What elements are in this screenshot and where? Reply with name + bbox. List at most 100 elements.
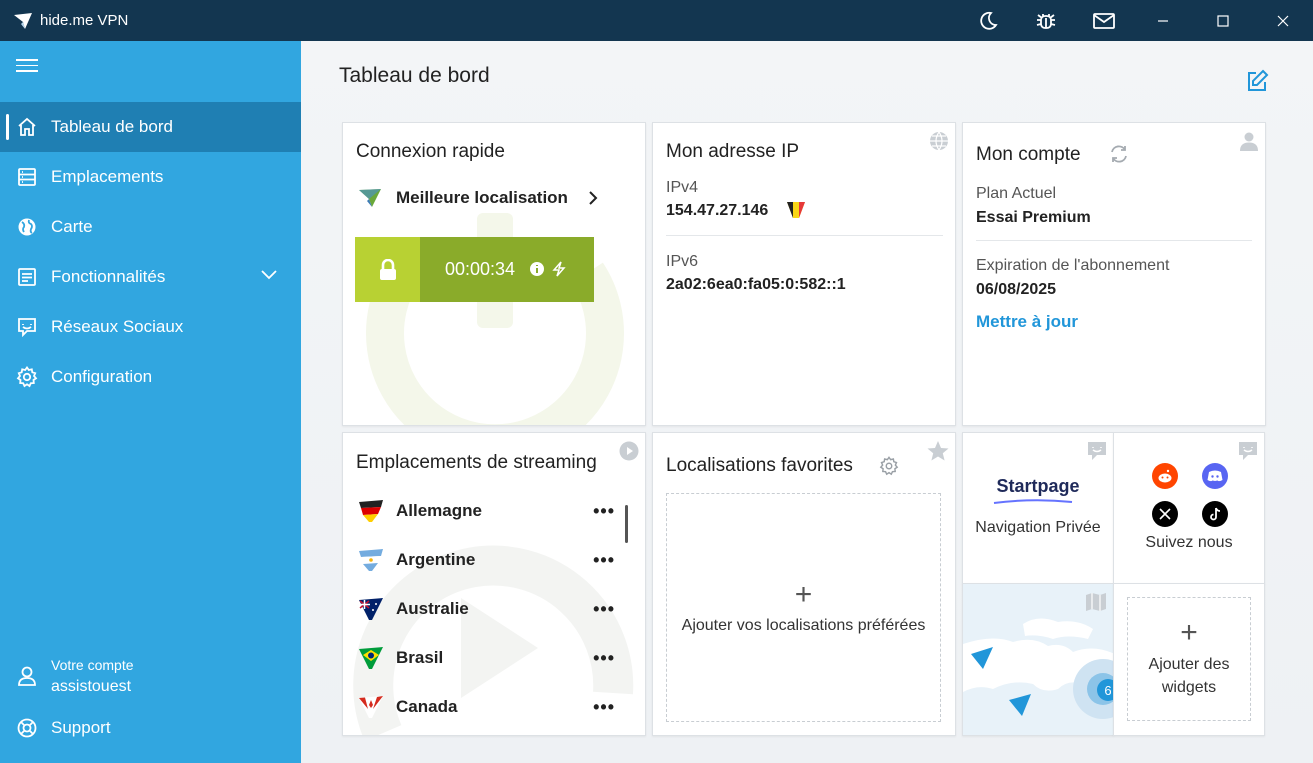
ipv4-value: 154.47.27.146 bbox=[666, 202, 769, 219]
list-item[interactable]: Australie ••• bbox=[358, 589, 623, 629]
australia-flag-icon bbox=[359, 598, 383, 620]
server-list-icon bbox=[18, 168, 36, 186]
scrollbar[interactable] bbox=[625, 505, 628, 543]
sidebar-item-map[interactable]: Carte bbox=[0, 202, 301, 252]
startpage-underline-icon bbox=[993, 499, 1073, 504]
add-favorite-button[interactable]: + Ajouter vos localisations préférées bbox=[666, 493, 941, 722]
chevron-right-icon bbox=[589, 191, 598, 205]
more-options-button[interactable]: ••• bbox=[593, 550, 615, 571]
more-options-button[interactable]: ••• bbox=[593, 648, 615, 669]
lightning-icon[interactable] bbox=[551, 261, 567, 277]
dark-mode-button[interactable] bbox=[959, 0, 1017, 41]
tiktok-icon[interactable] bbox=[1202, 501, 1228, 527]
refresh-icon[interactable] bbox=[1109, 144, 1129, 164]
mail-button[interactable] bbox=[1075, 0, 1133, 41]
account-card: Mon compte Plan Actuel Essai Premium Exp… bbox=[962, 122, 1266, 426]
germany-flag-icon bbox=[359, 500, 383, 522]
bug-report-button[interactable] bbox=[1017, 0, 1075, 41]
country-name: Argentine bbox=[396, 550, 476, 569]
startpage-widget[interactable]: Startpage Navigation Privée bbox=[962, 432, 1114, 584]
add-favorite-label: Ajouter vos localisations préférées bbox=[681, 616, 926, 634]
globe-icon bbox=[929, 131, 949, 152]
card-title: Localisations favorites bbox=[666, 455, 853, 476]
gear-icon[interactable] bbox=[879, 456, 899, 476]
sidebar-item-label: Tableau de bord bbox=[51, 117, 173, 136]
hamburger-line bbox=[16, 59, 38, 61]
country-name: Allemagne bbox=[396, 501, 482, 520]
sidebar-account[interactable]: Votre compte assistouest bbox=[0, 649, 301, 703]
hamburger-line bbox=[16, 64, 38, 67]
best-location-icon bbox=[359, 189, 381, 207]
list-item[interactable]: Canada ••• bbox=[358, 687, 623, 727]
page-title: Tableau de bord bbox=[339, 64, 490, 87]
sidebar-item-label: Carte bbox=[51, 217, 93, 236]
chat-icon bbox=[1238, 441, 1258, 461]
edit-dashboard-button[interactable] bbox=[1245, 69, 1269, 93]
divider bbox=[666, 235, 943, 236]
lock-icon bbox=[379, 258, 396, 280]
x-twitter-icon[interactable] bbox=[1152, 501, 1178, 527]
divider bbox=[976, 240, 1252, 241]
argentina-flag-icon bbox=[359, 549, 383, 571]
upgrade-link[interactable]: Mettre à jour bbox=[976, 312, 1078, 332]
features-icon bbox=[18, 268, 36, 286]
lifebuoy-icon bbox=[17, 718, 37, 738]
best-location-label: Meilleure localisation bbox=[396, 188, 568, 207]
social-widget: Suivez nous bbox=[1113, 432, 1265, 584]
sidebar: Tableau de bord Emplacements Carte Fonct… bbox=[0, 41, 301, 763]
list-item[interactable]: Allemagne ••• bbox=[358, 491, 623, 531]
lock-button[interactable] bbox=[355, 237, 420, 302]
more-options-button[interactable]: ••• bbox=[593, 697, 615, 718]
play-icon bbox=[619, 441, 639, 461]
chat-icon bbox=[1087, 441, 1107, 461]
menu-toggle-button[interactable] bbox=[16, 59, 38, 75]
ip-address-card: Mon adresse IP IPv4 154.47.27.146 IPv6 2… bbox=[652, 122, 956, 426]
plus-icon: + bbox=[794, 577, 813, 611]
sidebar-item-dashboard[interactable]: Tableau de bord bbox=[0, 102, 301, 152]
mail-icon bbox=[1093, 12, 1115, 29]
edit-icon bbox=[1248, 69, 1269, 91]
plan-value: Essai Premium bbox=[976, 209, 1091, 226]
sidebar-item-configuration[interactable]: Configuration bbox=[0, 352, 301, 402]
chevron-down-icon bbox=[261, 270, 277, 280]
ipv4-label: IPv4 bbox=[666, 179, 699, 196]
discord-icon[interactable] bbox=[1202, 463, 1228, 489]
minimize-button[interactable] bbox=[1133, 0, 1193, 41]
close-button[interactable] bbox=[1253, 0, 1313, 41]
reddit-icon[interactable] bbox=[1152, 463, 1178, 489]
plan-label: Plan Actuel bbox=[976, 185, 1057, 202]
sidebar-item-social[interactable]: Réseaux Sociaux bbox=[0, 302, 301, 352]
sidebar-item-label: Fonctionnalités bbox=[51, 267, 166, 286]
more-options-button[interactable]: ••• bbox=[593, 501, 615, 522]
country-name: Australie bbox=[396, 599, 469, 618]
map-widget[interactable]: 6 bbox=[962, 583, 1114, 736]
more-options-button[interactable]: ••• bbox=[593, 599, 615, 620]
expiry-value: 06/08/2025 bbox=[976, 281, 1057, 298]
connect-button[interactable]: 00:00:34 bbox=[355, 237, 594, 302]
map-cluster-count: 6 bbox=[1104, 683, 1111, 698]
maximize-button[interactable] bbox=[1193, 0, 1253, 41]
startpage-label: Navigation Privée bbox=[975, 519, 1101, 536]
add-widget-button[interactable]: + Ajouter des widgets bbox=[1127, 597, 1251, 721]
sidebar-item-label: Configuration bbox=[51, 367, 153, 386]
bug-icon bbox=[1036, 13, 1056, 29]
sidebar-item-locations[interactable]: Emplacements bbox=[0, 152, 301, 202]
list-item[interactable]: Argentine ••• bbox=[358, 540, 623, 580]
ipv6-value: 2a02:6ea0:fa05:0:582::1 bbox=[666, 276, 846, 293]
chat-icon bbox=[18, 318, 36, 337]
list-item[interactable]: Brasil ••• bbox=[358, 638, 623, 678]
card-title: Mon compte bbox=[976, 144, 1081, 165]
card-title: Connexion rapide bbox=[356, 141, 505, 162]
hideme-logo-icon bbox=[14, 12, 32, 29]
country-name: Brasil bbox=[396, 648, 444, 667]
startpage-logo: Startpage bbox=[996, 476, 1080, 496]
sidebar-item-support[interactable]: Support bbox=[0, 703, 301, 753]
hamburger-line bbox=[16, 70, 38, 72]
account-label: Votre compte bbox=[51, 657, 134, 673]
canada-flag-icon bbox=[359, 696, 383, 718]
sidebar-item-label: Support bbox=[51, 718, 111, 737]
info-icon[interactable] bbox=[529, 261, 545, 277]
sidebar-item-features[interactable]: Fonctionnalités bbox=[0, 252, 301, 302]
best-location-selector[interactable]: Meilleure localisation bbox=[358, 188, 598, 208]
card-title: Mon adresse IP bbox=[666, 141, 800, 162]
